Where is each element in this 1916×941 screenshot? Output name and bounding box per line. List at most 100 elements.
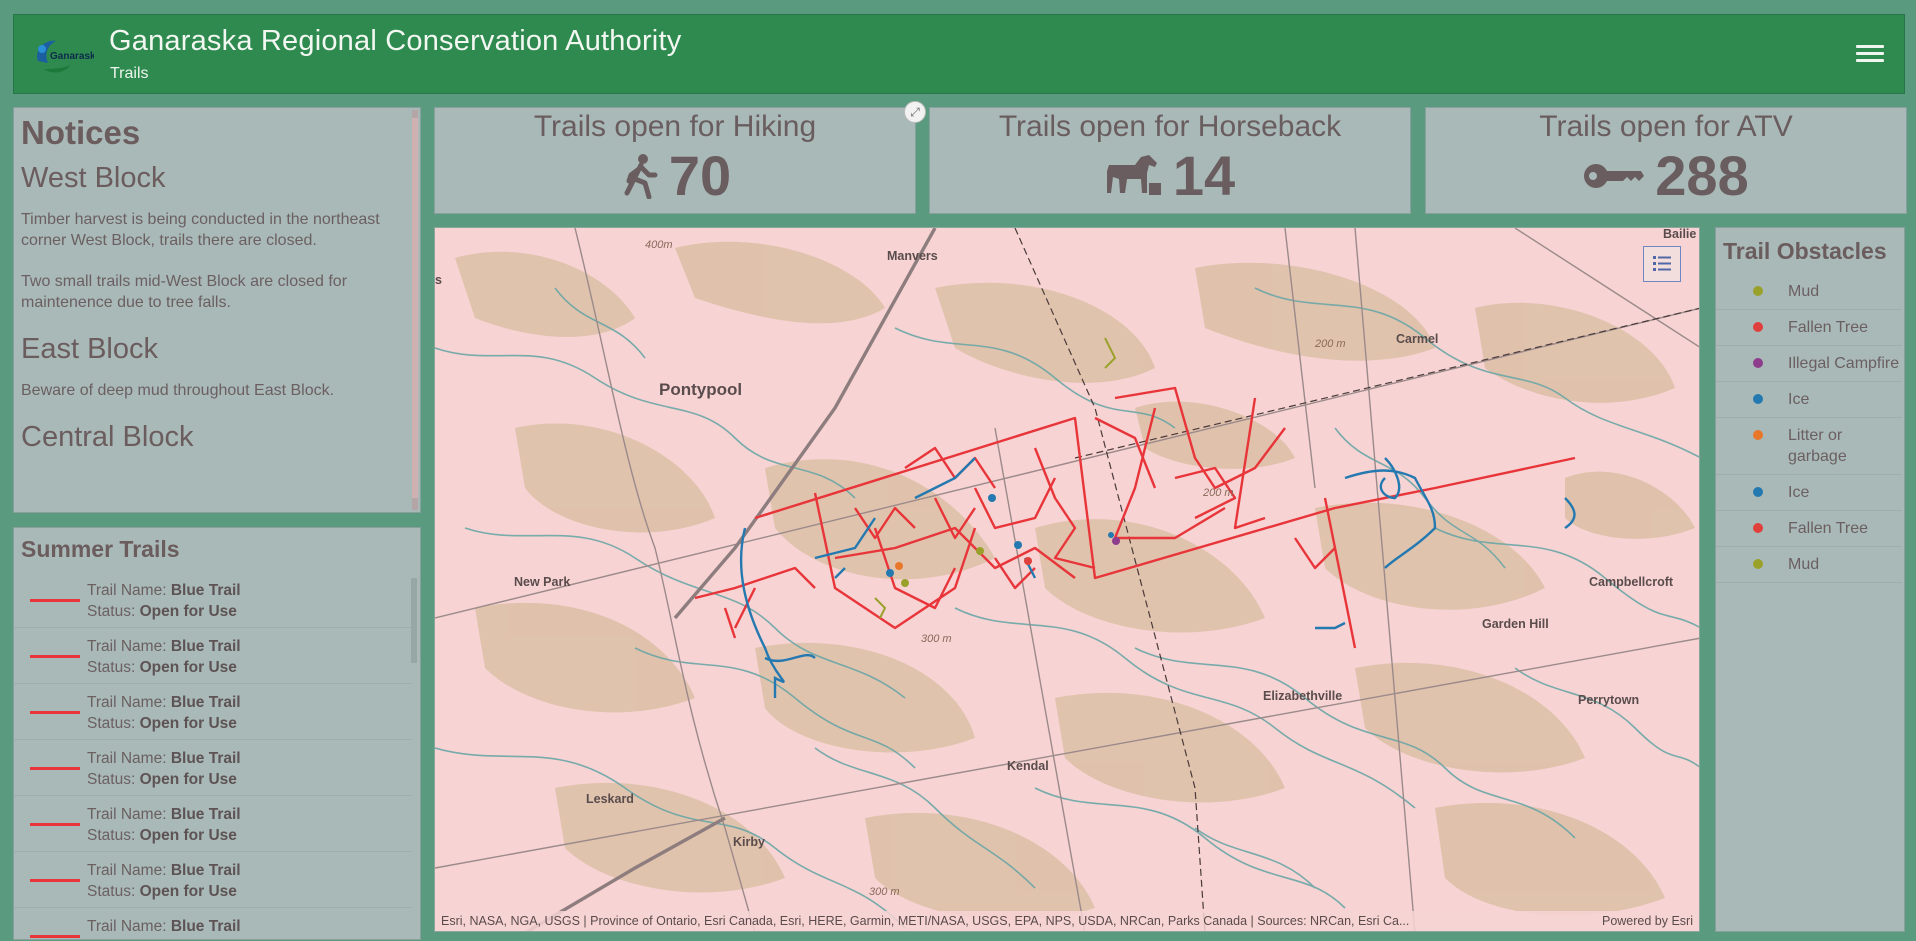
trail-status: Open for Use: [139, 827, 237, 844]
trails-scrollbar[interactable]: [411, 578, 417, 663]
obstacle-legend-item: Ice: [1716, 382, 1902, 418]
trail-list-item[interactable]: Trail Name: Blue Trail Status: Open for U…: [14, 628, 412, 684]
map-legend-icon[interactable]: [1643, 246, 1681, 282]
trail-info: Trail Name: Blue Trail Status: Open for U…: [87, 748, 241, 790]
trail-status: Open for Use: [139, 715, 237, 732]
trail-list-item[interactable]: Trail Name: Blue Trail Status: Open for U…: [14, 684, 412, 740]
trail-status-label: Status:: [87, 827, 140, 844]
map-contour-label: 400m: [645, 239, 673, 251]
trail-info: Trail Name: Blue Trail Status: Open for U…: [87, 580, 241, 622]
obstacle-dot-icon: [1753, 559, 1763, 569]
notice-paragraph: Two small trails mid-West Block are clos…: [21, 273, 348, 311]
map-attribution: Esri, NASA, NGA, USGS | Province of Onta…: [435, 911, 1699, 931]
horse-icon: [1106, 155, 1161, 195]
trail-name: Blue Trail: [170, 750, 241, 767]
hiker-icon: [624, 154, 658, 199]
trail-name: Blue Trail: [170, 694, 241, 711]
hiking-stat-card: Trails open for Hiking 70: [434, 107, 916, 214]
hamburger-menu-icon[interactable]: [1856, 41, 1884, 67]
trail-info: Trail Name: Blue Trail Status: Open for U…: [87, 692, 241, 734]
hiking-count: 70: [668, 144, 732, 207]
attribution-text: Esri, NASA, NGA, USGS | Province of Onta…: [441, 914, 1410, 928]
trail-name-label: Trail Name:: [87, 638, 171, 655]
notices-scrollbar-thumb[interactable]: [412, 118, 418, 498]
map-contour-label: 300 m: [921, 633, 952, 645]
map-label-elizabethville: Elizabethville: [1263, 689, 1343, 703]
obstacle-dot-icon: [1753, 394, 1763, 404]
trail-info: Trail Name: Blue Trail Status: Open for U…: [87, 636, 241, 678]
obstacle-label: Fallen Tree: [1788, 520, 1869, 537]
map-label-perrytown: Perrytown: [1578, 693, 1640, 707]
map-contour-label: 300 m: [869, 886, 900, 898]
trail-name: Blue Trail: [170, 862, 241, 879]
trail-list-item[interactable]: Trail Name: Blue Trail: [14, 908, 412, 939]
map-label-kirby: Kirby: [733, 835, 765, 849]
atv-stat-title: Trails open for ATV: [1539, 110, 1793, 143]
obstacle-legend-item: Litter or garbage: [1716, 418, 1902, 475]
obstacle-list: Mud Fallen Tree Illegal Campfire Ice Litter …: [1716, 274, 1902, 583]
map-label-campbellcroft: Campbellcroft: [1589, 575, 1674, 589]
trail-name-label: Trail Name:: [87, 862, 171, 879]
map-label-new-park: New Park: [514, 575, 571, 589]
obstacle-label: Ice: [1788, 391, 1810, 408]
trail-map[interactable]: Manvers Pontypool Carmel New Park Campbe…: [434, 227, 1700, 932]
trail-status-label: Status:: [87, 715, 140, 732]
map-label-manvers: Manvers: [887, 249, 938, 263]
notice-section-title: West Block: [21, 162, 166, 194]
svg-text:Ganaraska: Ganaraska: [50, 51, 94, 62]
trail-list-item[interactable]: Trail Name: Blue Trail Status: Open for U…: [14, 852, 412, 908]
trail-name: Blue Trail: [170, 806, 241, 823]
trail-status-label: Status:: [87, 659, 140, 676]
notice-paragraph: Beware of deep mud throughout East Block…: [21, 382, 335, 399]
trail-status-label: Status:: [87, 603, 140, 620]
ganaraska-logo: Ganaraska: [37, 40, 94, 73]
key-icon: [1584, 164, 1645, 188]
map-label-garden-hill: Garden Hill: [1482, 617, 1549, 631]
trail-status: Open for Use: [139, 771, 237, 788]
map-label-edge: s: [435, 273, 442, 287]
expand-icon[interactable]: ⤢: [904, 101, 926, 123]
trail-name-label: Trail Name:: [87, 806, 171, 823]
trail-list: Trail Name: Blue Trail Status: Open for U…: [14, 572, 412, 939]
obstacle-label: Mud: [1788, 283, 1820, 300]
trail-info: Trail Name: Blue Trail Status: Open for U…: [87, 804, 241, 846]
trail-status-label: Status:: [87, 883, 140, 900]
trail-status: Open for Use: [139, 603, 237, 620]
horseback-stat-card: Trails open for Horseback 14: [929, 107, 1411, 214]
obstacle-label: Mud: [1788, 556, 1820, 573]
trail-name-label: Trail Name:: [87, 694, 171, 711]
trail-status: Open for Use: [139, 883, 237, 900]
trail-line-swatch: [30, 599, 80, 602]
obstacle-dot-icon: [1753, 523, 1763, 533]
powered-by-link[interactable]: Powered by Esri: [1602, 911, 1693, 931]
horseback-count: 14: [1172, 144, 1236, 207]
trail-info: Trail Name: Blue Trail Status: Open for U…: [87, 860, 241, 902]
map-label-kendal: Kendal: [1007, 759, 1049, 773]
trail-line-swatch: [30, 823, 80, 826]
obstacle-dot-icon: [1753, 286, 1763, 296]
obstacle-legend-item: Fallen Tree: [1716, 310, 1902, 346]
obstacle-label: Litter or garbage: [1788, 427, 1847, 465]
trail-obstacles-panel: Trail Obstacles Mud Fallen Tree Illegal Ca…: [1715, 227, 1905, 932]
obstacle-legend-item: Ice: [1716, 475, 1902, 511]
notice-section-title: Central Block: [21, 421, 194, 453]
trail-list-item[interactable]: Trail Name: Blue Trail Status: Open for U…: [14, 796, 412, 852]
trail-line-swatch: [30, 767, 80, 770]
map-contour-label: 200 m: [1203, 487, 1234, 499]
map-label-carmel: Carmel: [1396, 332, 1439, 346]
map-label-pontypool: Pontypool: [659, 380, 743, 399]
trail-list-item[interactable]: Trail Name: Blue Trail Status: Open for U…: [14, 572, 412, 628]
notices-panel: Notices West Block Timber harvest is bei…: [13, 107, 421, 513]
obstacle-label: Fallen Tree: [1788, 319, 1869, 336]
trail-list-item[interactable]: Trail Name: Blue Trail Status: Open for U…: [14, 740, 412, 796]
trail-line-swatch: [30, 655, 80, 658]
atv-stat-card: Trails open for ATV 288: [1425, 107, 1907, 214]
trail-name: Blue Trail: [170, 582, 241, 599]
obstacle-legend-item: Mud: [1716, 547, 1902, 583]
map-label-leskard: Leskard: [586, 792, 634, 806]
summer-trails-panel: Summer Trails Trail Name: Blue Trail Stat…: [13, 527, 421, 940]
app-subtitle: Trails: [110, 65, 149, 82]
obstacle-legend-item: Illegal Campfire: [1716, 346, 1902, 382]
obstacle-dot-icon: [1753, 487, 1763, 497]
map-basemap: [435, 228, 1699, 931]
